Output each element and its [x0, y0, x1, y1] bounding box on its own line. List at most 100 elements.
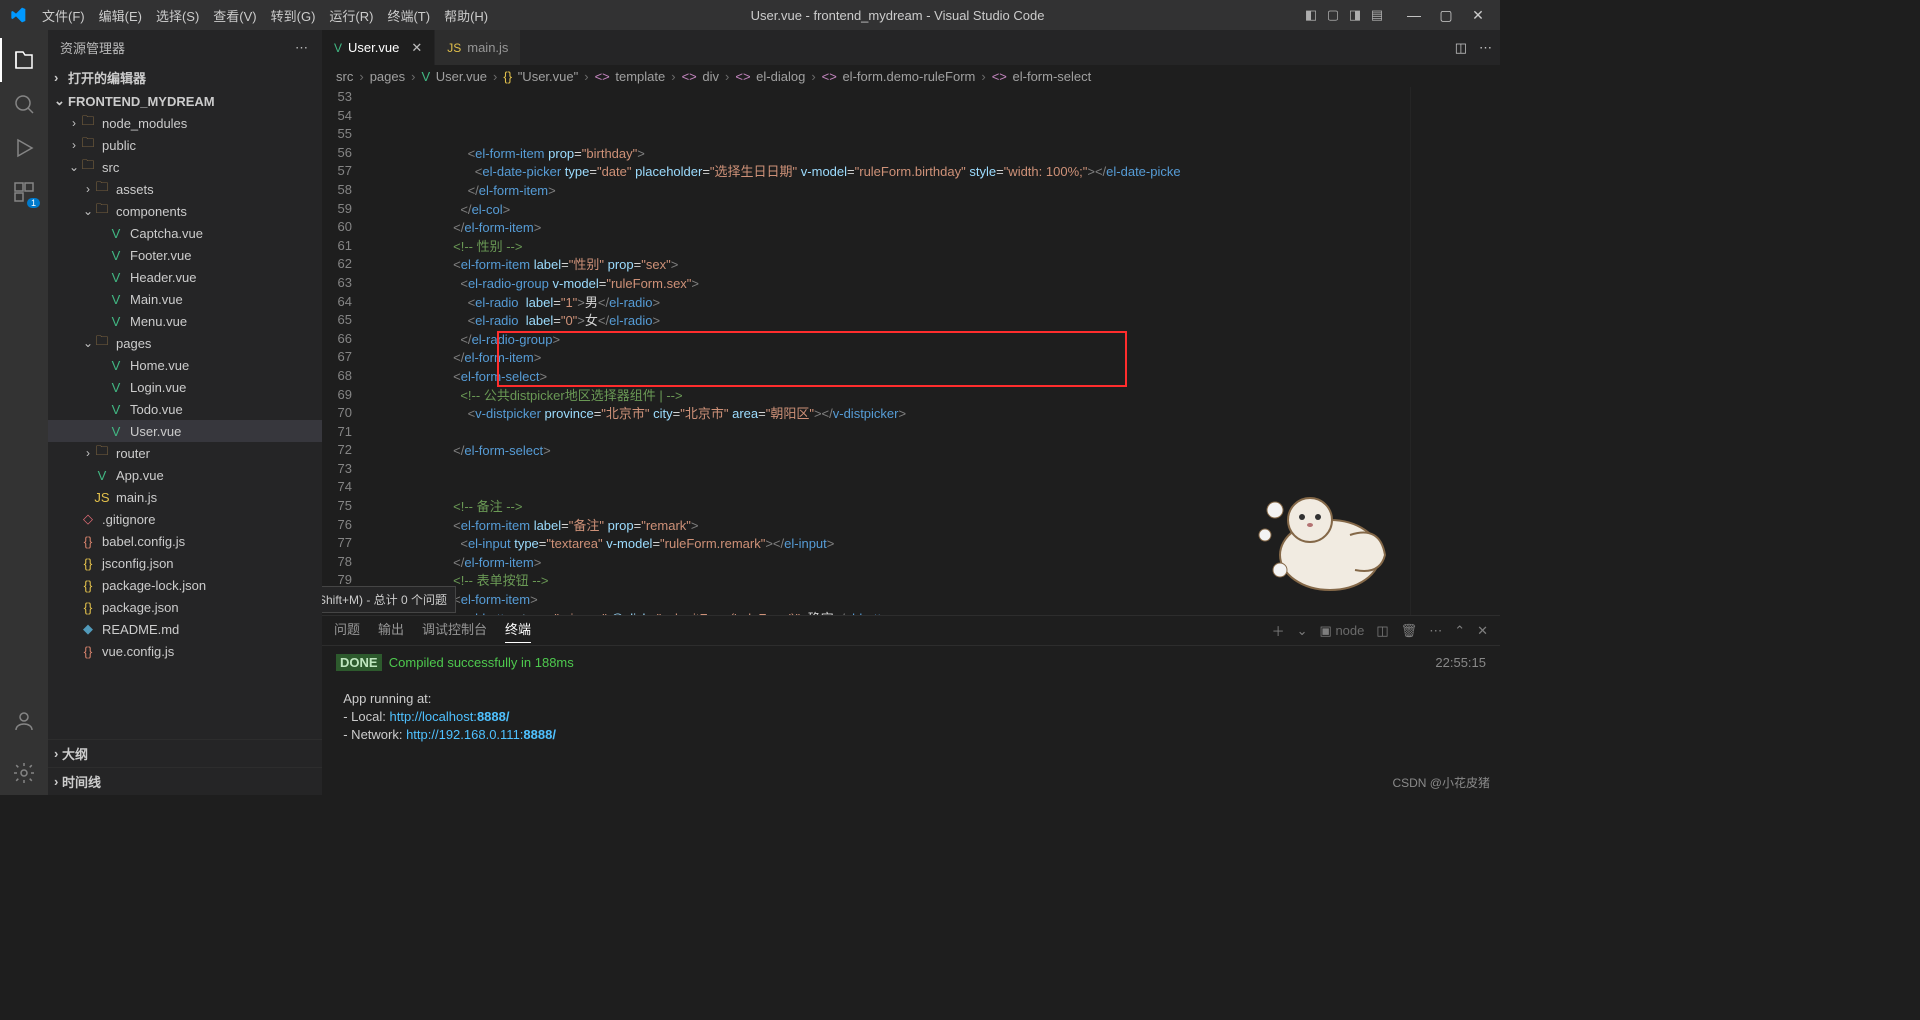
- layout-icon[interactable]: ▢: [1322, 7, 1344, 23]
- project-section[interactable]: ⌄FRONTEND_MYDREAM: [48, 90, 322, 112]
- folder-item[interactable]: ›🗀assets: [48, 178, 322, 200]
- folder-item[interactable]: ⌄🗀src: [48, 156, 322, 178]
- menu-item[interactable]: 编辑(E): [92, 6, 149, 25]
- breadcrumb-item[interactable]: V User.vue: [421, 69, 487, 84]
- menu-item[interactable]: 终端(T): [380, 6, 437, 25]
- file-tree: ›🗀node_modules›🗀public⌄🗀src›🗀assets⌄🗀com…: [48, 112, 322, 739]
- more-actions-icon[interactable]: ⋯: [295, 40, 310, 56]
- layout-icon[interactable]: ◨: [1344, 7, 1366, 23]
- terminal-body[interactable]: DONE Compiled successfully in 188ms App …: [322, 646, 1500, 795]
- outline-section[interactable]: › 大纲: [48, 739, 322, 767]
- file-item[interactable]: VApp.vue: [48, 464, 322, 486]
- layout-controls[interactable]: ◧ ▢ ◨ ▤: [1300, 7, 1388, 23]
- terminal-shell-label[interactable]: ▣ node: [1320, 623, 1365, 639]
- file-item[interactable]: VHome.vue: [48, 354, 322, 376]
- maximize-button[interactable]: ▢: [1430, 7, 1462, 24]
- file-item[interactable]: VLogin.vue: [48, 376, 322, 398]
- folder-item[interactable]: ⌄🗀pages: [48, 332, 322, 354]
- panel-tab[interactable]: 输出: [378, 619, 404, 642]
- breadcrumb-item[interactable]: src: [336, 69, 353, 84]
- url-part: http://localhost:: [389, 709, 476, 724]
- timeline-label: 时间线: [62, 772, 101, 791]
- terminal-timestamp: 22:55:15: [1435, 654, 1486, 672]
- more-actions-icon[interactable]: ⋯: [1479, 40, 1492, 56]
- local-url[interactable]: http://localhost:8888/: [389, 709, 509, 724]
- layout-icon[interactable]: ▤: [1366, 7, 1388, 23]
- file-item[interactable]: ◇.gitignore: [48, 508, 322, 530]
- breadcrumb-item[interactable]: <> div: [682, 69, 719, 84]
- menu-item[interactable]: 帮助(H): [437, 6, 495, 25]
- extensions-icon[interactable]: 1: [0, 170, 48, 214]
- file-item[interactable]: {}jsconfig.json: [48, 552, 322, 574]
- url-part: 8888/: [477, 709, 510, 724]
- split-editor-icon[interactable]: ◫: [1455, 40, 1467, 56]
- menu-item[interactable]: 查看(V): [206, 6, 263, 25]
- menu-item[interactable]: 运行(R): [322, 6, 380, 25]
- network-url[interactable]: http://192.168.0.111:8888/: [406, 727, 556, 742]
- search-icon[interactable]: [0, 82, 48, 126]
- timeline-section[interactable]: › 时间线: [48, 767, 322, 795]
- breadcrumbs[interactable]: src›pages›V User.vue›{} "User.vue"›<> te…: [322, 65, 1500, 87]
- menu-item[interactable]: 转到(G): [264, 6, 323, 25]
- extensions-badge: 1: [27, 198, 40, 208]
- title-bar: 文件(F)编辑(E)选择(S)查看(V)转到(G)运行(R)终端(T)帮助(H)…: [0, 0, 1500, 30]
- minimap[interactable]: [1410, 87, 1500, 615]
- more-actions-icon[interactable]: ⋯: [1429, 623, 1442, 639]
- breadcrumb-item[interactable]: {} "User.vue": [503, 69, 578, 84]
- split-terminal-icon[interactable]: ◫: [1376, 623, 1388, 639]
- panel-tab[interactable]: 终端: [505, 619, 531, 643]
- done-badge: DONE: [336, 654, 382, 671]
- close-button[interactable]: ✕: [1462, 7, 1494, 24]
- run-debug-icon[interactable]: [0, 126, 48, 170]
- minimize-button[interactable]: —: [1398, 7, 1430, 23]
- problems-tooltip: 问题 (Ctrl+Shift+M) - 总计 0 个问题: [322, 586, 456, 613]
- file-item[interactable]: ◆README.md: [48, 618, 322, 640]
- panel-tab[interactable]: 调试控制台: [422, 619, 487, 642]
- file-item[interactable]: {}package.json: [48, 596, 322, 618]
- editor-tabs: VUser.vue✕JSmain.js ◫ ⋯: [322, 30, 1500, 65]
- file-item[interactable]: VUser.vue: [48, 420, 322, 442]
- open-editors-section[interactable]: ›打开的编辑器: [48, 65, 322, 90]
- explorer-icon[interactable]: [0, 38, 48, 82]
- close-panel-icon[interactable]: ✕: [1477, 623, 1488, 639]
- folder-item[interactable]: ⌄🗀components: [48, 200, 322, 222]
- layout-icon[interactable]: ◧: [1300, 7, 1322, 23]
- file-item[interactable]: VFooter.vue: [48, 244, 322, 266]
- file-item[interactable]: {}vue.config.js: [48, 640, 322, 662]
- window-title: User.vue - frontend_mydream - Visual Stu…: [495, 8, 1300, 23]
- editor-tab[interactable]: JSmain.js: [435, 30, 521, 65]
- folder-item[interactable]: ›🗀router: [48, 442, 322, 464]
- panel-tab[interactable]: 问题: [334, 619, 360, 642]
- compile-msg: Compiled successfully in 188ms: [389, 655, 574, 670]
- term-line: - Network:: [343, 727, 406, 742]
- breadcrumb-item[interactable]: <> el-form.demo-ruleForm: [822, 69, 976, 84]
- file-item[interactable]: {}package-lock.json: [48, 574, 322, 596]
- file-item[interactable]: VCaptcha.vue: [48, 222, 322, 244]
- file-item[interactable]: VHeader.vue: [48, 266, 322, 288]
- settings-gear-icon[interactable]: [0, 751, 48, 795]
- editor-group: VUser.vue✕JSmain.js ◫ ⋯ src›pages›V User…: [322, 30, 1500, 795]
- editor-tab[interactable]: VUser.vue✕: [322, 30, 435, 65]
- maximize-panel-icon[interactable]: ⌃: [1454, 623, 1465, 639]
- terminal-dropdown-icon[interactable]: ⌄: [1297, 623, 1308, 639]
- open-editors-label: 打开的编辑器: [68, 68, 146, 87]
- breadcrumb-item[interactable]: <> el-form-select: [992, 69, 1092, 84]
- new-terminal-icon[interactable]: ＋: [1272, 621, 1285, 640]
- kill-terminal-icon[interactable]: 🗑: [1401, 623, 1418, 639]
- file-item[interactable]: VMenu.vue: [48, 310, 322, 332]
- menu-item[interactable]: 选择(S): [149, 6, 206, 25]
- file-item[interactable]: VTodo.vue: [48, 398, 322, 420]
- folder-item[interactable]: ›🗀node_modules: [48, 112, 322, 134]
- fold-gutter[interactable]: [362, 87, 417, 615]
- explorer-sidebar: 资源管理器 ⋯ ›打开的编辑器 ⌄FRONTEND_MYDREAM ›🗀node…: [48, 30, 322, 795]
- file-item[interactable]: VMain.vue: [48, 288, 322, 310]
- breadcrumb-item[interactable]: <> el-dialog: [735, 69, 805, 84]
- close-tab-icon[interactable]: ✕: [411, 40, 422, 56]
- breadcrumb-item[interactable]: pages: [370, 69, 405, 84]
- file-item[interactable]: {}babel.config.js: [48, 530, 322, 552]
- folder-item[interactable]: ›🗀public: [48, 134, 322, 156]
- file-item[interactable]: JSmain.js: [48, 486, 322, 508]
- breadcrumb-item[interactable]: <> template: [595, 69, 666, 84]
- accounts-icon[interactable]: [0, 699, 48, 743]
- menu-item[interactable]: 文件(F): [35, 6, 92, 25]
